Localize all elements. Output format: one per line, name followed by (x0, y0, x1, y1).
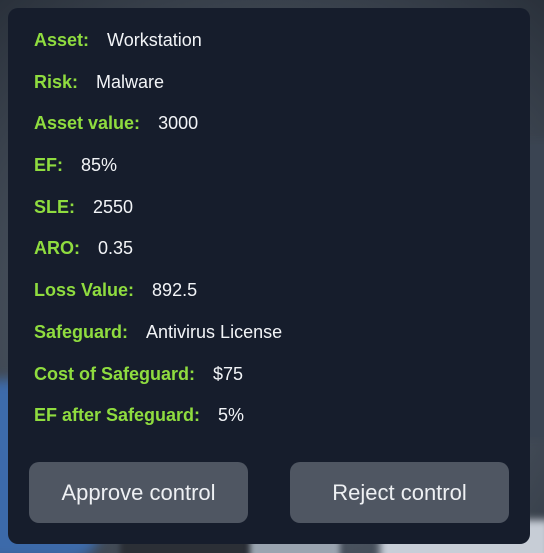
row-risk: Risk: Malware (34, 72, 282, 114)
row-value: 5% (218, 405, 245, 426)
row-value: 85% (81, 155, 118, 176)
row-label: Risk: (34, 71, 79, 92)
row-aro: ARO: 0.35 (34, 238, 282, 280)
row-value: Antivirus License (146, 321, 283, 342)
row-asset-value: Asset value: 3000 (34, 113, 282, 155)
row-sle: SLE: 2550 (34, 197, 282, 239)
row-label: Safeguard: (34, 321, 129, 342)
row-safeguard: Safeguard: Antivirus License (34, 322, 282, 364)
row-value: Malware (96, 71, 165, 92)
row-value: 892.5 (152, 280, 198, 301)
row-ef-after-safeguard: EF after Safeguard: 5% (34, 405, 282, 447)
reject-control-button[interactable]: Reject control (290, 462, 509, 523)
row-label: EF after Safeguard: (34, 405, 201, 426)
row-cost-of-safeguard: Cost of Safeguard: $75 (34, 364, 282, 406)
info-list: Asset: Workstation Risk: Malware Asset val… (34, 30, 282, 447)
approve-control-button[interactable]: Approve control (29, 462, 248, 523)
row-value: 3000 (158, 113, 199, 134)
row-label: ARO: (34, 238, 80, 259)
row-label: Asset value: (34, 113, 141, 134)
row-value: 2550 (93, 196, 134, 217)
risk-assessment-panel: Asset: Workstation Risk: Malware Asset val… (8, 8, 530, 544)
row-label: SLE: (34, 196, 76, 217)
row-asset: Asset: Workstation (34, 30, 282, 72)
row-ef: EF: 85% (34, 155, 282, 197)
row-label: EF: (34, 155, 63, 176)
row-label: Cost of Safeguard: (34, 363, 196, 384)
row-value: 0.35 (98, 238, 134, 259)
row-label: Loss Value: (34, 280, 135, 301)
row-value: $75 (213, 363, 244, 384)
row-value: Workstation (107, 30, 202, 50)
row-label: Asset: (34, 30, 90, 50)
row-loss-value: Loss Value: 892.5 (34, 280, 282, 322)
